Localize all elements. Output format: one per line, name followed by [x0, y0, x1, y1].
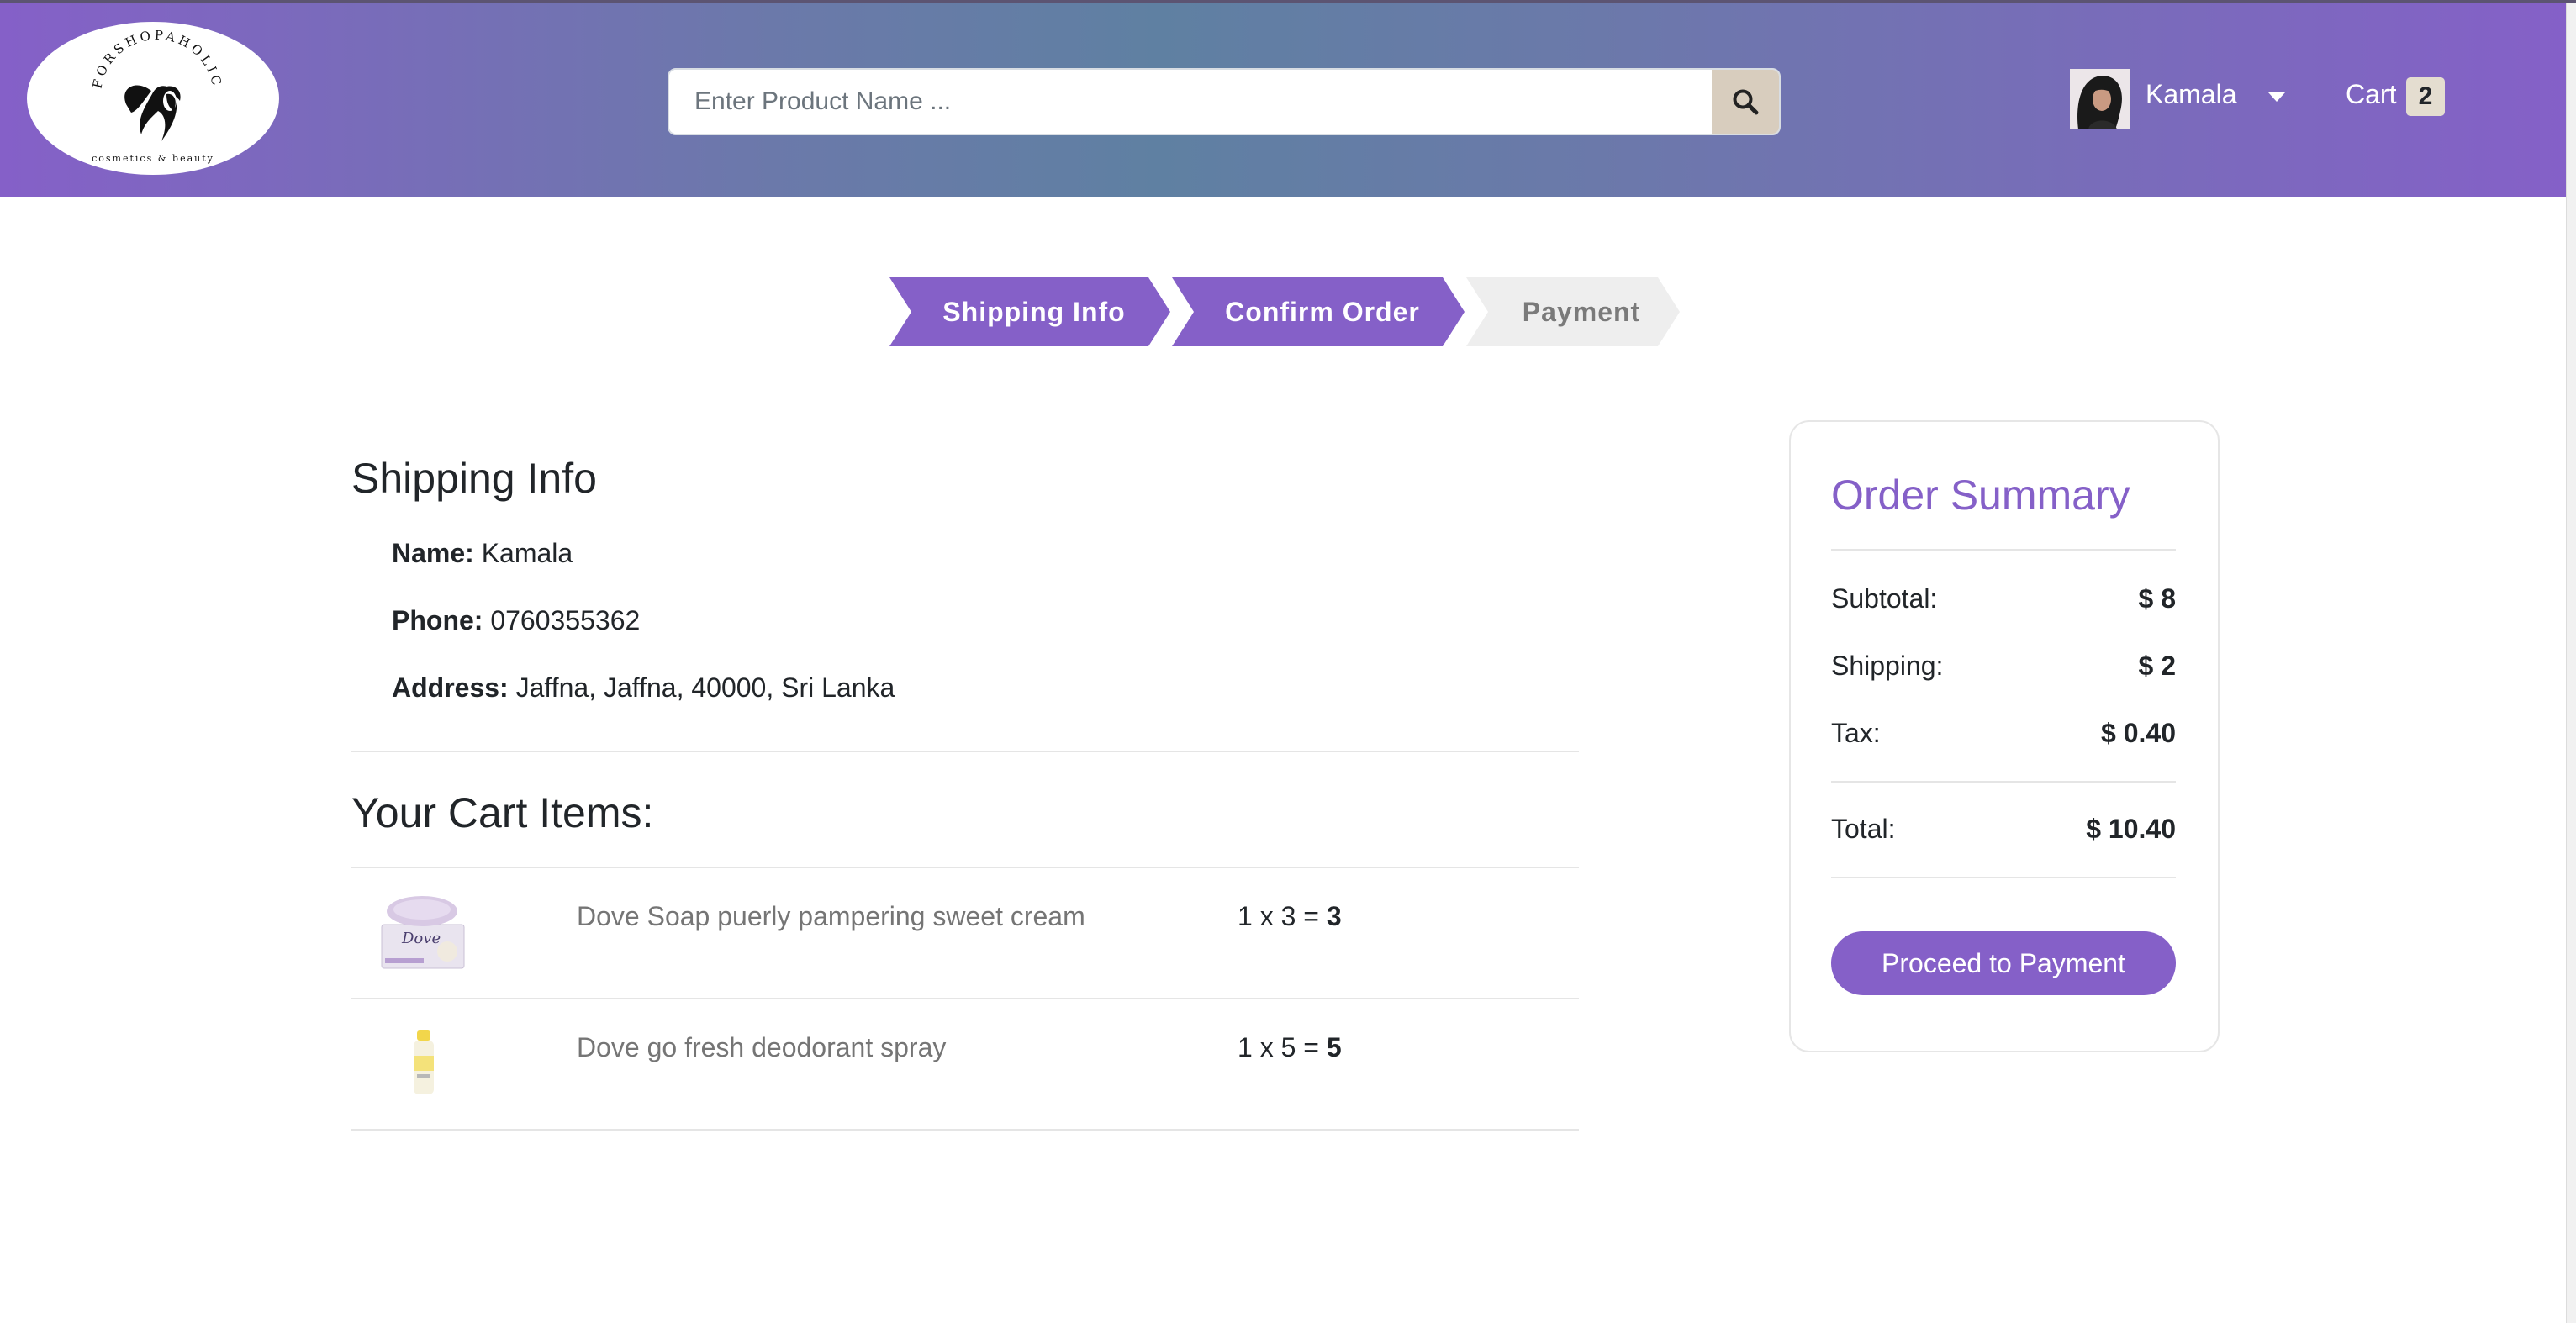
cart-item-price-calc: 1 x 3 = 3	[1238, 901, 1342, 932]
step-label: Payment	[1522, 296, 1641, 327]
step-confirm-order: Confirm Order	[1172, 277, 1465, 346]
summary-divider	[1831, 781, 2176, 783]
total-label: Total:	[1831, 814, 1896, 844]
cart-item-name[interactable]: Dove Soap puerly pampering sweet cream	[577, 901, 1085, 932]
product-image-deodorant[interactable]	[409, 1030, 439, 1098]
search-bar	[668, 68, 1781, 135]
user-avatar[interactable]	[2070, 69, 2130, 129]
qty-price-text: 1 x 3 =	[1238, 901, 1327, 931]
item-total: 5	[1326, 1032, 1342, 1062]
svg-text:Dove: Dove	[401, 930, 441, 947]
cart-item-price-calc: 1 x 5 = 5	[1238, 1032, 1342, 1063]
phone-label: Phone:	[392, 605, 483, 635]
brand-logo[interactable]: FORSHOPAHOLIC cosmetics & beauty	[27, 22, 279, 175]
brand-tagline: cosmetics & beauty	[92, 153, 214, 164]
user-name[interactable]: Kamala	[2146, 79, 2237, 110]
subtotal-label: Subtotal:	[1831, 583, 1938, 614]
step-label: Shipping Info	[942, 296, 1126, 327]
cart-count-badge[interactable]: 2	[2406, 77, 2445, 116]
step-shipping-info: Shipping Info	[889, 277, 1170, 346]
shipping-phone-row: Phone: 0760355362	[392, 605, 640, 636]
shipping-name-row: Name: Kamala	[392, 538, 573, 569]
divider	[351, 1129, 1579, 1131]
svg-text:FORSHOPAHOLIC: FORSHOPAHOLIC	[89, 30, 224, 90]
summary-divider	[1831, 549, 2176, 551]
search-button[interactable]	[1712, 70, 1779, 134]
tax-label: Tax:	[1831, 718, 1881, 748]
item-total: 3	[1326, 901, 1342, 931]
name-value: Kamala	[473, 538, 573, 568]
step-label: Confirm Order	[1225, 296, 1420, 327]
brand-name-text: FORSHOPAHOLIC	[89, 28, 221, 90]
cart-item-name[interactable]: Dove go fresh deodorant spray	[577, 1032, 946, 1063]
divider	[351, 867, 1579, 868]
cart-items-heading: Your Cart Items:	[351, 789, 654, 836]
tax-value: $ 0.40	[2101, 718, 2176, 748]
shipping-cost-value: $ 2	[2138, 651, 2176, 681]
order-summary-heading: Order Summary	[1831, 472, 2130, 519]
name-label: Name:	[392, 538, 474, 568]
phone-value: 0760355362	[483, 605, 641, 635]
search-icon	[1733, 89, 1759, 115]
address-value: Jaffna, Jaffna, 40000, Sri Lanka	[508, 672, 895, 703]
shipping-address-row: Address: Jaffna, Jaffna, 40000, Sri Lank…	[392, 672, 895, 704]
subtotal-value: $ 8	[2138, 583, 2176, 614]
summary-divider	[1831, 877, 2176, 878]
divider	[351, 998, 1579, 999]
shipping-cost-label: Shipping:	[1831, 651, 1944, 681]
step-payment: Payment	[1466, 277, 1680, 346]
chevron-down-icon[interactable]	[2268, 92, 2285, 102]
product-image-soap[interactable]: Dove	[380, 893, 467, 972]
address-label: Address:	[392, 672, 509, 703]
scrollbar[interactable]	[2566, 3, 2576, 1323]
search-input[interactable]	[669, 70, 1707, 134]
logo-emblem: FORSHOPAHOLIC	[27, 28, 279, 161]
cart-link[interactable]: Cart	[2346, 79, 2396, 110]
proceed-to-payment-button[interactable]: Proceed to Payment	[1831, 931, 2176, 995]
divider	[351, 751, 1579, 752]
total-value: $ 10.40	[2086, 814, 2176, 844]
shipping-info-heading: Shipping Info	[351, 455, 597, 502]
qty-price-text: 1 x 5 =	[1238, 1032, 1327, 1062]
